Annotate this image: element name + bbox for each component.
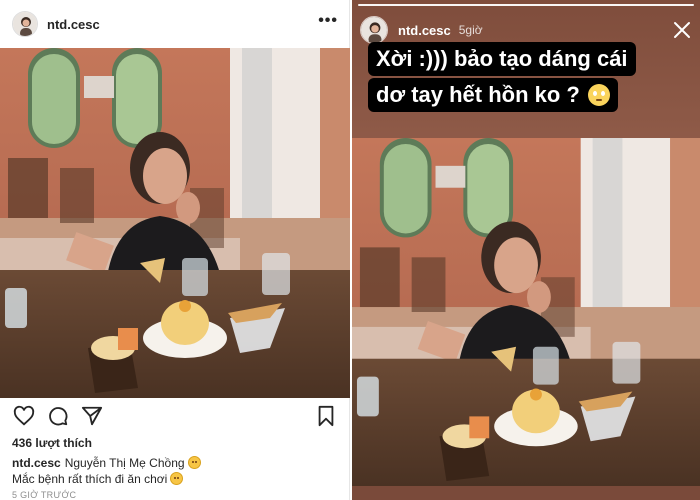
post-photo[interactable]	[0, 48, 350, 398]
avatar[interactable]	[12, 11, 38, 37]
story-text-line-2-text: dơ tay hết hồn ko ?	[376, 82, 580, 107]
instagram-post: ntd.cesc ••• 436 lượt thích ntd.cesc Ngu…	[0, 0, 350, 500]
story-username[interactable]: ntd.cesc	[398, 23, 451, 38]
post-timestamp: 5 GIỜ TRƯỚC	[12, 490, 77, 500]
smirk-emoji-icon	[170, 472, 184, 485]
more-options-icon[interactable]: •••	[318, 13, 338, 32]
post-header: ntd.cesc •••	[0, 0, 350, 48]
caption-username[interactable]: ntd.cesc	[12, 456, 61, 470]
post-actions	[0, 400, 350, 432]
share-icon[interactable]	[80, 404, 104, 428]
caption-text: Nguyễn Thị Mẹ Chồng	[64, 456, 185, 470]
story-text-line-1: Xời :))) bảo tạo dáng cái	[368, 42, 636, 76]
bookmark-icon[interactable]	[314, 404, 338, 428]
heart-icon[interactable]	[12, 404, 36, 428]
story-footer	[352, 486, 700, 500]
comment-icon[interactable]	[46, 404, 70, 428]
flushed-face-emoji-icon	[587, 84, 610, 106]
story-time: 5giờ	[458, 23, 483, 37]
caption-text-2: Mắc bệnh rất thích đi ăn chơi	[12, 472, 168, 486]
caption: ntd.cesc Nguyễn Thị Mẹ Chồng	[12, 456, 201, 470]
story-photo	[352, 138, 700, 486]
instagram-story: ntd.cesc 5giờ Xời :))) bảo tạo dáng cái …	[352, 0, 700, 500]
username[interactable]: ntd.cesc	[47, 17, 100, 32]
close-icon[interactable]	[672, 20, 692, 40]
story-progress-bar	[358, 4, 694, 6]
laughing-emoji-icon	[187, 456, 201, 469]
caption-line-2: Mắc bệnh rất thích đi ăn chơi	[12, 472, 184, 486]
like-count[interactable]: 436 lượt thích	[12, 436, 92, 450]
story-avatar[interactable]	[360, 16, 388, 44]
story-text-line-2: dơ tay hết hồn ko ?	[368, 78, 618, 112]
